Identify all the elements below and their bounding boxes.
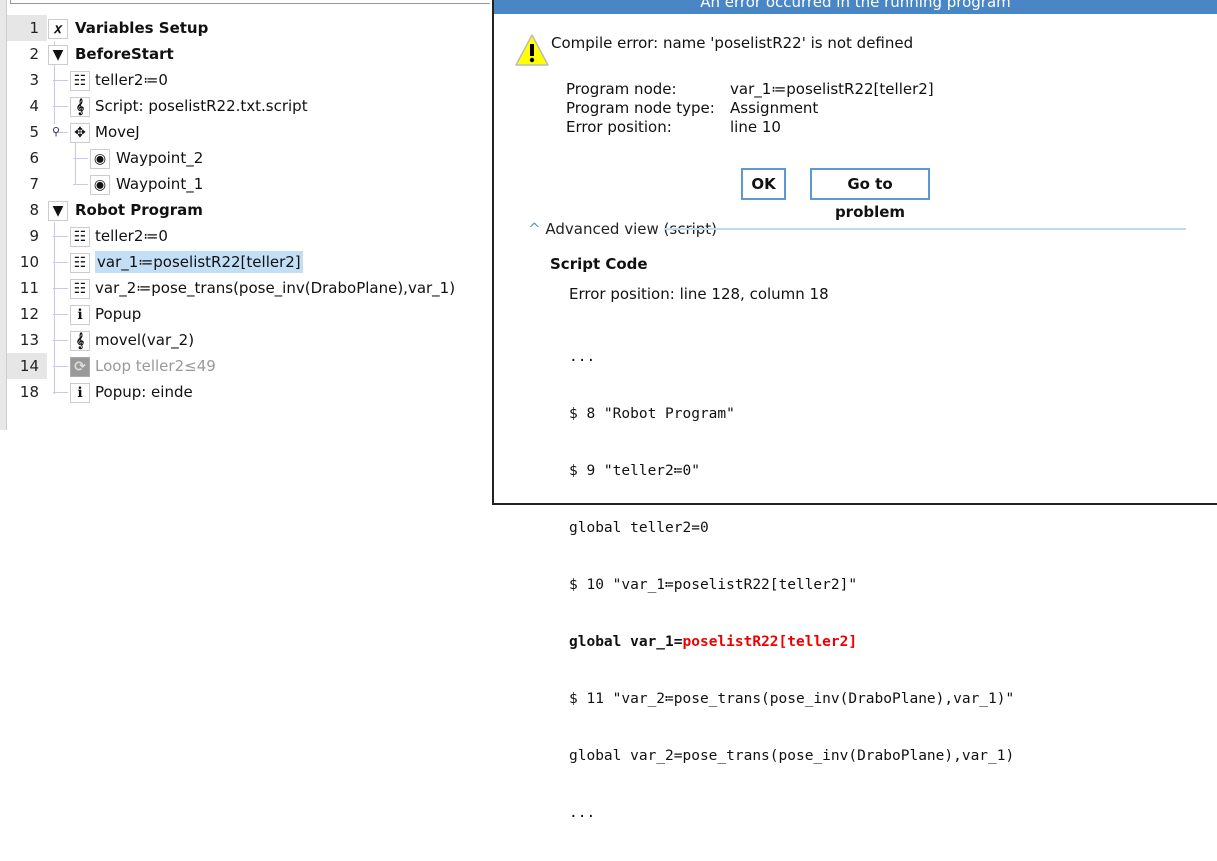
tree-node-label: MoveJ [95, 123, 140, 141]
popup-icon: ℹ [70, 383, 90, 403]
tree-node-label: teller2≔0 [95, 227, 168, 245]
script-code: ... $ 8 "Robot Program" $ 9 "teller2≔0" … [569, 310, 1014, 861]
code-line: ... [569, 805, 596, 821]
script-error-position: Error position: line 128, column 18 [569, 285, 829, 303]
line-number: 8 [29, 201, 39, 219]
tree-row[interactable]: 14 ⟳ Loop teller2≤49 [7, 353, 487, 379]
divider [664, 228, 1186, 230]
assignment-icon: ☷ [70, 227, 90, 247]
tree-row[interactable]: 6 ◉ Waypoint_2 [7, 145, 487, 171]
line-number: 1 [7, 15, 47, 41]
error-dialog: An error occurred in the running program… [492, 0, 1217, 821]
line-number: 9 [29, 227, 39, 245]
code-line: $ 9 "teller2≔0" [569, 463, 700, 479]
code-line: $ 11 "var_2≔pose_trans(pose_inv(DraboPla… [569, 691, 1015, 707]
assignment-icon: ☷ [70, 71, 90, 91]
code-line: $ 8 "Robot Program" [569, 406, 735, 422]
code-line: ... [569, 349, 596, 365]
tree-node-label: var_1≔poselistR22[teller2] [95, 251, 303, 273]
error-code-line: global var_1=poselistR22[teller2] [569, 633, 1014, 652]
tree-node-label: Popup: einde [95, 383, 193, 401]
tree-row[interactable]: 10 ☷ var_1≔poselistR22[teller2] [7, 249, 487, 275]
panel-top-border [10, 0, 490, 4]
line-number: 6 [29, 149, 39, 167]
popup-icon: ℹ [70, 305, 90, 325]
tree-node-label: BeforeStart [75, 45, 174, 63]
tree-node-label: Loop teller2≤49 [95, 357, 216, 375]
tree-row[interactable]: 13 𝄞 movel(var_2) [7, 327, 487, 353]
tree-node-label: Robot Program [75, 201, 203, 219]
variables-icon: 𝑥 [48, 19, 68, 39]
tree-row[interactable]: 4 𝄞 Script: poselistR22.txt.script [7, 93, 487, 119]
line-number: 12 [19, 305, 39, 323]
line-number: 7 [29, 175, 39, 193]
tree-row[interactable]: 12 ℹ Popup [7, 301, 487, 327]
go-to-problem-button[interactable]: Go to problem [810, 168, 930, 221]
tree-node-label: Waypoint_1 [116, 175, 204, 193]
tree-row[interactable]: 9 ☷ teller2≔0 [7, 223, 487, 249]
script-icon: 𝄞 [70, 331, 90, 351]
program-tree-panel: 1 𝑥 Variables Setup 2 ▼ BeforeStart 3 ☷ teller2≔… [0, 0, 492, 505]
dialog-title: An error occurred in the running program [494, 0, 1217, 14]
code-line: $ 10 "var_1≔poselistR22[teller2]" [569, 577, 858, 593]
tree-node-label: Script: poselistR22.txt.script [95, 97, 308, 115]
script-icon: 𝄞 [70, 97, 90, 117]
line-number: 4 [29, 97, 39, 115]
detail-node-type: Program node type: Assignment [566, 99, 819, 117]
script-code-title: Script Code [550, 255, 648, 273]
error-line-prefix: global var_1= [569, 634, 683, 650]
tree-node-label: teller2≔0 [95, 71, 168, 89]
tree-node-label: movel(var_2) [95, 331, 195, 349]
code-line: global teller2=0 [569, 520, 709, 536]
move-icon: ✥ [70, 123, 90, 143]
line-number: 11 [19, 279, 39, 297]
collapse-triangle-icon[interactable]: ▼ [48, 201, 68, 221]
chevron-up-icon: ^ [528, 220, 541, 238]
line-number: 13 [19, 331, 39, 349]
line-number: 3 [29, 71, 39, 89]
tree-node-label: var_2≔pose_trans(pose_inv(DraboPlane),va… [95, 279, 456, 297]
code-line: global var_2=pose_trans(pose_inv(DraboPl… [569, 748, 1015, 764]
line-number: 10 [19, 253, 39, 271]
error-message: Compile error: name 'poselistR22' is not… [551, 34, 914, 52]
assignment-icon: ☷ [70, 253, 90, 273]
collapse-triangle-icon[interactable]: ▼ [48, 45, 68, 65]
line-number: 14 [7, 353, 47, 379]
line-number: 5 [29, 123, 39, 141]
tree-row[interactable]: 1 𝑥 Variables Setup [7, 15, 487, 41]
tree-node-label: Waypoint_2 [116, 149, 204, 167]
warning-icon [515, 34, 549, 66]
tree-row[interactable]: 8 ▼ Robot Program [7, 197, 487, 223]
ok-button[interactable]: OK [741, 168, 786, 200]
pin-icon[interactable]: ⚲ [52, 125, 60, 138]
error-highlight: poselistR22[teller2] [682, 634, 858, 650]
tree-row[interactable]: 7 ◉ Waypoint_1 [7, 171, 487, 197]
waypoint-icon: ◉ [90, 149, 110, 169]
tree-row[interactable]: 11 ☷ var_2≔pose_trans(pose_inv(DraboPlane)… [7, 275, 487, 301]
assignment-icon: ☷ [70, 279, 90, 299]
line-number: 18 [19, 383, 39, 401]
line-number: 2 [29, 45, 39, 63]
tree-row[interactable]: 3 ☷ teller2≔0 [7, 67, 487, 93]
loop-icon: ⟳ [70, 357, 90, 377]
waypoint-icon: ◉ [90, 175, 110, 195]
left-edge-bar [0, 0, 7, 430]
tree-node-label: Popup [95, 305, 142, 323]
tree-node-label: Variables Setup [75, 19, 209, 37]
detail-program-node: Program node: var_1≔poselistR22[teller2] [566, 80, 934, 98]
detail-error-position: Error position: line 10 [566, 118, 781, 136]
tree-row[interactable]: 5 ✥ MoveJ ⚲ [7, 119, 487, 145]
tree-row[interactable]: 18 ℹ Popup: einde [7, 379, 487, 405]
tree-row[interactable]: 2 ▼ BeforeStart [7, 41, 487, 67]
